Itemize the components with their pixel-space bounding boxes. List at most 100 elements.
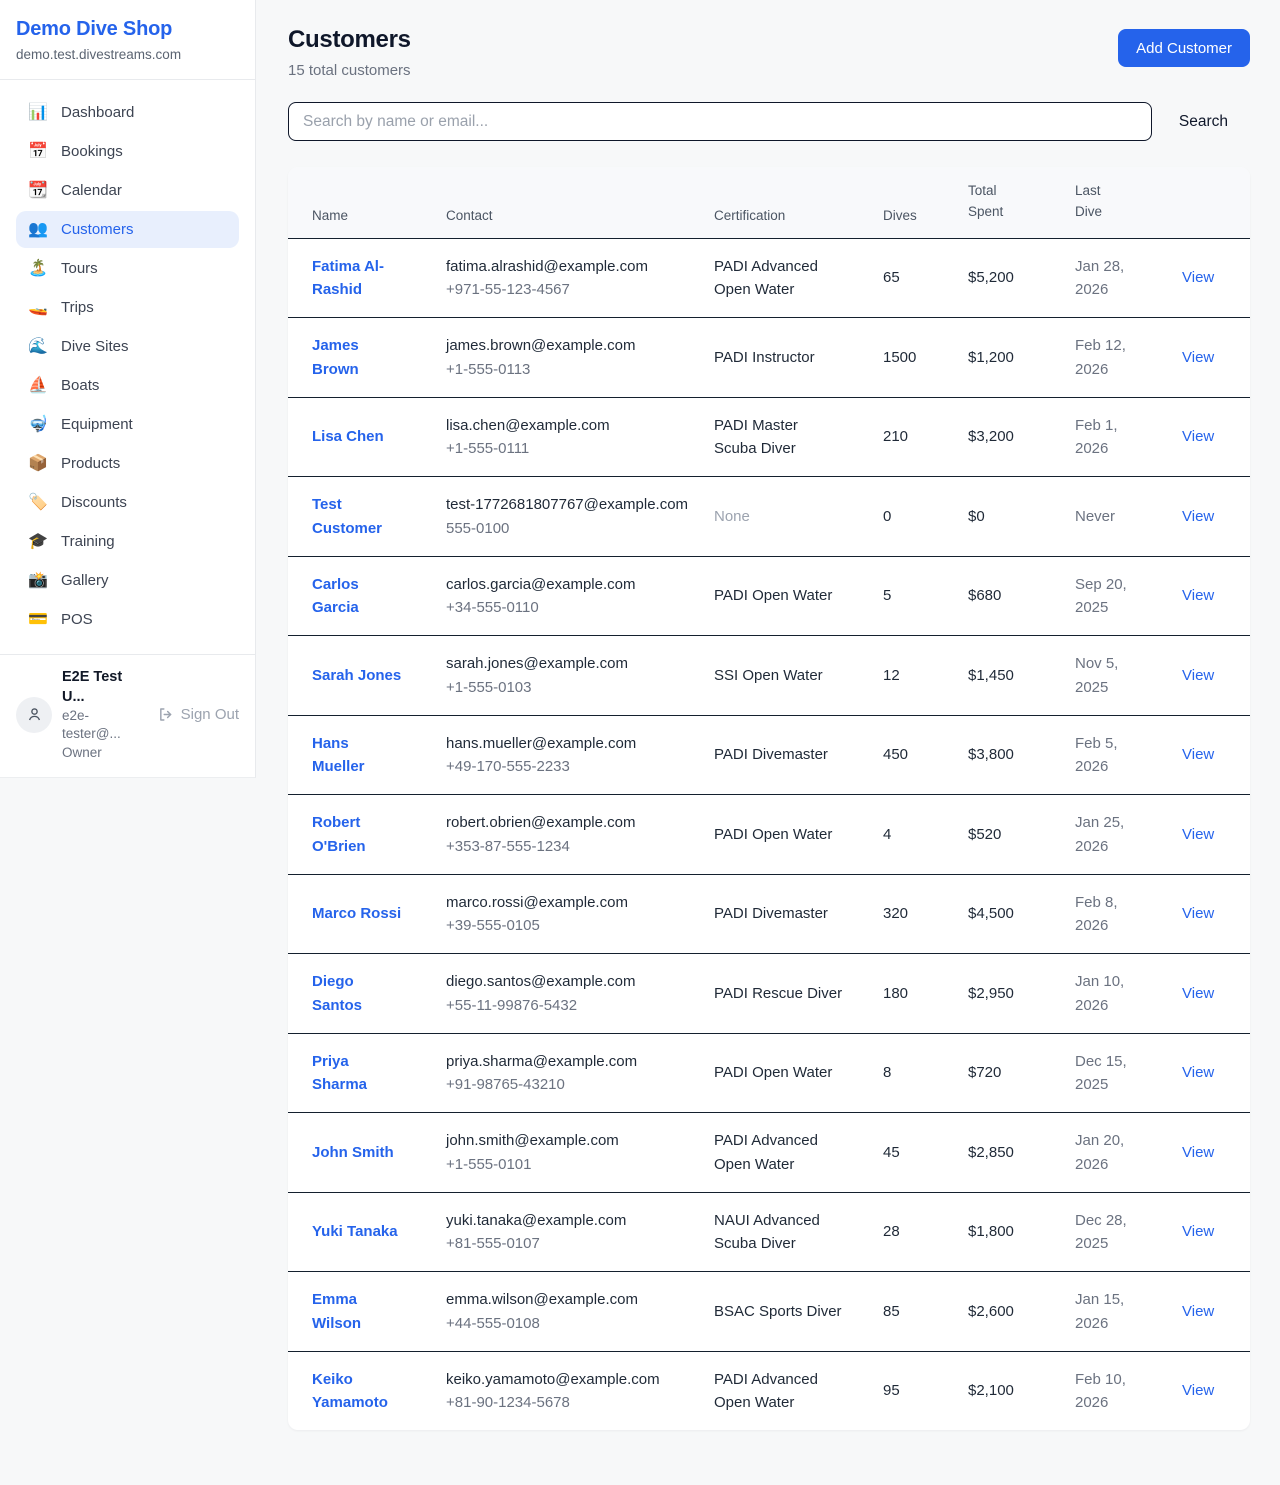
contact-cell: keiko.yamamoto@example.com +81-90-1234-5… <box>434 1351 702 1430</box>
customer-name-link[interactable]: Priya Sharma <box>312 1050 402 1097</box>
table-row: Keiko Yamamoto keiko.yamamoto@example.co… <box>288 1351 1250 1430</box>
view-customer-link[interactable]: View <box>1182 985 1214 1002</box>
sidebar-item-pos[interactable]: 💳 POS <box>16 601 239 638</box>
speedboat-icon: 🚤 <box>28 300 48 316</box>
view-customer-link[interactable]: View <box>1182 667 1214 684</box>
customer-name-link[interactable]: Hans Mueller <box>312 732 402 779</box>
customer-name-link[interactable]: John Smith <box>312 1141 394 1164</box>
customer-name-link[interactable]: Diego Santos <box>312 970 402 1017</box>
sidebar-item-dive-sites[interactable]: 🌊 Dive Sites <box>16 328 239 365</box>
sidebar-item-discounts[interactable]: 🏷️ Discounts <box>16 484 239 521</box>
customer-name-link[interactable]: Marco Rossi <box>312 902 401 925</box>
sidebar-item-calendar[interactable]: 📆 Calendar <box>16 172 239 209</box>
customer-name-link[interactable]: Fatima Al-Rashid <box>312 255 402 302</box>
dives-count: 0 <box>883 508 891 525</box>
customer-name-link[interactable]: Emma Wilson <box>312 1288 402 1335</box>
sidebar-item-label: Boats <box>61 377 99 394</box>
customer-phone: +1-555-0101 <box>446 1153 690 1176</box>
sidebar-item-label: Trips <box>61 299 94 316</box>
sidebar-item-trips[interactable]: 🚤 Trips <box>16 289 239 326</box>
view-customer-link[interactable]: View <box>1182 269 1214 286</box>
sidebar-item-gallery[interactable]: 📸 Gallery <box>16 562 239 599</box>
last-dive-date: Feb 8, 2026 <box>1075 891 1145 938</box>
view-customer-link[interactable]: View <box>1182 1144 1214 1161</box>
view-customer-link[interactable]: View <box>1182 1223 1214 1240</box>
view-customer-link[interactable]: View <box>1182 1303 1214 1320</box>
customer-email: keiko.yamamoto@example.com <box>446 1368 690 1391</box>
dives-count: 28 <box>883 1223 900 1240</box>
sidebar-item-label: Bookings <box>61 143 123 160</box>
avatar <box>16 697 52 733</box>
total-spent: $680 <box>968 587 1001 604</box>
dives-count: 450 <box>883 746 908 763</box>
diving-mask-icon: 🤿 <box>28 417 48 433</box>
contact-cell: yuki.tanaka@example.com +81-555-0107 <box>434 1192 702 1272</box>
sidebar-item-label: Calendar <box>61 182 122 199</box>
customer-name-link[interactable]: Sarah Jones <box>312 664 401 687</box>
customer-phone: +39-555-0105 <box>446 914 690 937</box>
view-customer-link[interactable]: View <box>1182 428 1214 445</box>
customer-phone: +34-555-0110 <box>446 596 690 619</box>
customer-name-link[interactable]: James Brown <box>312 334 402 381</box>
island-icon: 🏝️ <box>28 261 48 277</box>
view-customer-link[interactable]: View <box>1182 1382 1214 1399</box>
sidebar-item-customers[interactable]: 👥 Customers <box>16 211 239 248</box>
customer-name-link[interactable]: Yuki Tanaka <box>312 1220 398 1243</box>
dives-count: 12 <box>883 667 900 684</box>
search-input[interactable] <box>288 102 1152 141</box>
column-header-name: Name <box>288 167 434 238</box>
sidebar-item-boats[interactable]: ⛵ Boats <box>16 367 239 404</box>
contact-cell: fatima.alrashid@example.com +971-55-123-… <box>434 238 702 318</box>
last-dive-date: Sep 20, 2025 <box>1075 573 1145 620</box>
dives-count: 5 <box>883 587 891 604</box>
sidebar-item-training[interactable]: 🎓 Training <box>16 523 239 560</box>
view-customer-link[interactable]: View <box>1182 1064 1214 1081</box>
certification-cell: None <box>702 477 871 557</box>
customer-name-link[interactable]: Carlos Garcia <box>312 573 402 620</box>
contact-cell: lisa.chen@example.com +1-555-0111 <box>434 397 702 477</box>
sidebar-item-products[interactable]: 📦 Products <box>16 445 239 482</box>
table-row: Diego Santos diego.santos@example.com +5… <box>288 954 1250 1034</box>
contact-cell: diego.santos@example.com +55-11-99876-54… <box>434 954 702 1034</box>
customer-phone: +81-555-0107 <box>446 1232 690 1255</box>
label-tag-icon: 🏷️ <box>28 495 48 511</box>
view-customer-link[interactable]: View <box>1182 587 1214 604</box>
view-customer-link[interactable]: View <box>1182 508 1214 525</box>
certification-cell: SSI Open Water <box>702 636 871 716</box>
customer-email: carlos.garcia@example.com <box>446 573 690 596</box>
sign-out-button[interactable]: Sign Out <box>157 706 239 723</box>
view-customer-link[interactable]: View <box>1182 746 1214 763</box>
sidebar-item-equipment[interactable]: 🤿 Equipment <box>16 406 239 443</box>
view-customer-link[interactable]: View <box>1182 905 1214 922</box>
table-row: Emma Wilson emma.wilson@example.com +44-… <box>288 1272 1250 1352</box>
sidebar-item-dashboard[interactable]: 📊 Dashboard <box>16 94 239 131</box>
customer-name-link[interactable]: Robert O'Brien <box>312 811 402 858</box>
customer-name-link[interactable]: Test Customer <box>312 493 402 540</box>
column-header-certification: Certification <box>702 167 871 238</box>
add-customer-button[interactable]: Add Customer <box>1118 29 1250 67</box>
view-customer-link[interactable]: View <box>1182 349 1214 366</box>
total-spent: $1,200 <box>968 349 1014 366</box>
customer-phone: +49-170-555-2233 <box>446 755 690 778</box>
sidebar-item-tours[interactable]: 🏝️ Tours <box>16 250 239 287</box>
search-button[interactable]: Search <box>1179 113 1228 131</box>
sidebar-item-label: Training <box>61 533 115 550</box>
customer-name-link[interactable]: Lisa Chen <box>312 425 384 448</box>
customer-email: john.smith@example.com <box>446 1129 690 1152</box>
contact-cell: emma.wilson@example.com +44-555-0108 <box>434 1272 702 1352</box>
contact-cell: sarah.jones@example.com +1-555-0103 <box>434 636 702 716</box>
table-row: Hans Mueller hans.mueller@example.com +4… <box>288 715 1250 795</box>
dives-count: 1500 <box>883 349 916 366</box>
sidebar-item-label: Gallery <box>61 572 109 589</box>
customer-phone: +1-555-0111 <box>446 437 690 460</box>
sidebar-item-bookings[interactable]: 📅 Bookings <box>16 133 239 170</box>
last-dive-date: Dec 15, 2025 <box>1075 1050 1145 1097</box>
camera-flash-icon: 📸 <box>28 573 48 589</box>
customer-email: test-1772681807767@example.com <box>446 493 690 516</box>
view-customer-link[interactable]: View <box>1182 826 1214 843</box>
customer-name-link[interactable]: Keiko Yamamoto <box>312 1368 402 1415</box>
table-row: Priya Sharma priya.sharma@example.com +9… <box>288 1033 1250 1113</box>
table-row: Carlos Garcia carlos.garcia@example.com … <box>288 556 1250 636</box>
contact-cell: marco.rossi@example.com +39-555-0105 <box>434 874 702 954</box>
shop-domain: demo.test.divestreams.com <box>16 47 239 62</box>
